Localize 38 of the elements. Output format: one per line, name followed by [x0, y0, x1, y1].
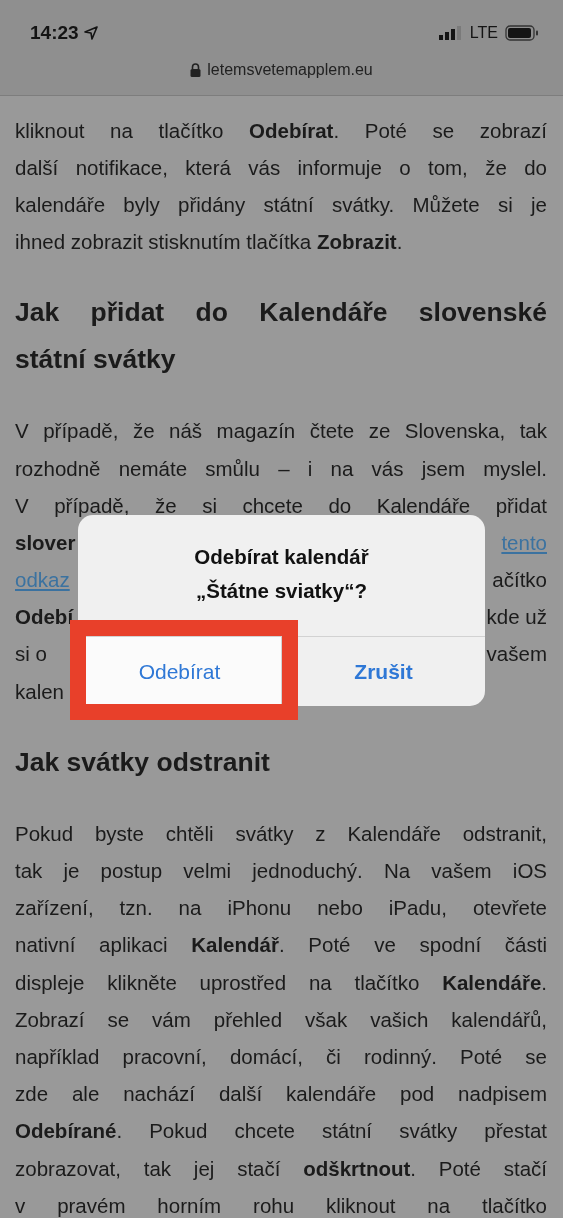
clock-time: 14:23: [30, 22, 79, 44]
text-fragment: slover: [15, 529, 76, 556]
signal-icon: [438, 26, 463, 40]
text-line: V případě, že si chcete do Kalendáře přidat: [15, 492, 547, 519]
text-line: například pracovní, domácí, či rodinný. Poté se: [15, 1043, 547, 1070]
text-fragment: ačítko: [492, 567, 547, 594]
dialog-button[interactable]: Zrušit: [281, 637, 485, 706]
text-line: Pokud byste chtěli svátky z Kalendáře odstranit,: [15, 820, 547, 847]
location-arrow-icon: [83, 26, 98, 40]
dialog-title: „Štátne sviatky“?: [196, 577, 367, 604]
dialog-title: Odebírat kalendář: [194, 543, 369, 570]
text-line: kliknout na tlačítko Odebírat. Poté se zobrazí: [15, 117, 547, 144]
text-line: displeje klikněte uprostřed na tlačítko Kalendáře.: [15, 969, 547, 996]
text-line: zařízení, tzn. na iPhonu nebo iPadu, otevřete: [15, 895, 547, 922]
text-fragment: Odebí: [15, 604, 74, 631]
lock-icon: [190, 63, 202, 77]
text-line: další notifikace, která vás informuje o tom, že do: [15, 154, 547, 181]
text-line: nativní aplikaci Kalendář. Poté ve spodní části: [15, 932, 547, 959]
heading-line: Jak svátky odstranit: [15, 745, 271, 779]
text-fragment: kde už: [486, 604, 547, 631]
text-line: zde ale nachází další kalendáře pod nadpisem: [15, 1081, 547, 1108]
heading-line: Jak přidat do Kalendáře slovenské: [15, 296, 547, 330]
text-line: tak je postup velmi jednoduchý. Na vašem iOS: [15, 858, 547, 885]
text-fragment: vašem: [486, 641, 547, 668]
text-fragment: si o: [15, 641, 47, 668]
text-line: Odebírané. Pokud chcete státní svátky přestat: [15, 1118, 547, 1145]
url-text[interactable]: letemsvetemapplem.eu: [207, 61, 373, 79]
text-line: zobrazovat, tak jej stačí odškrtnout. Poté stačí: [15, 1155, 547, 1182]
text-line: kalendáře byly přidány státní svátky. Můžete si je: [15, 191, 547, 218]
text-line: rozhodně nemáte smůlu – i na vás jsem myslel.: [15, 455, 547, 482]
battery-icon: [505, 25, 539, 41]
text-fragment: kalen: [15, 678, 64, 705]
heading-line: státní svátky: [15, 343, 177, 377]
network-label: LTE: [469, 24, 498, 42]
text-line: V případě, že náš magazín čtete ze Slovenska, tak: [15, 418, 547, 445]
text-line: Zobrazí se vám přehled však vašich kalendářů,: [15, 1006, 547, 1033]
text-line: ihned zobrazit stisknutím tlačítka Zobrazit.: [15, 229, 404, 256]
text-line: v pravém horním rohu kliknout na tlačítko: [15, 1192, 547, 1218]
